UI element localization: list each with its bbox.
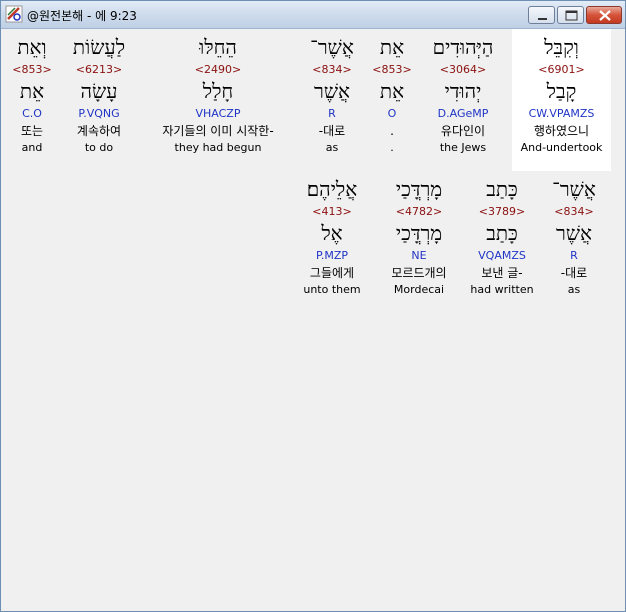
hebrew-word: וְאֵת [17, 35, 47, 59]
strong-number[interactable]: <6213> [62, 61, 136, 79]
strong-number[interactable]: <3064> [418, 61, 508, 79]
parsing-code: P.VQNG [78, 107, 120, 120]
word-cell[interactable]: אֲשֶׁר־ <834> אֲשֶׁר R -대로 as [542, 177, 606, 297]
word-cell[interactable]: הַיְּהוּדִים <3064> יְהוּדִי D.AGeMP 유다인… [418, 35, 508, 155]
korean-gloss: 보낸 글- [481, 266, 523, 280]
lemma: חָלַל [202, 79, 234, 103]
parsing-code: VHACZP [195, 107, 241, 120]
hebrew-word: הֵחֵלּוּ [199, 35, 237, 59]
english-gloss: had written [470, 283, 534, 296]
parsing-code: CW.VPAMZS [528, 107, 595, 120]
strong-number[interactable]: <834> [542, 203, 606, 221]
lemma: אֲשֶׁר [314, 79, 350, 103]
korean-gloss: 자기들의 이미 시작한- [162, 124, 274, 138]
close-button[interactable] [586, 6, 622, 24]
app-window: @원전본해 - 에 9:23 וְקִבֵּל <6901> קָבַל CW.… [0, 0, 626, 612]
strong-number[interactable]: <834> [302, 61, 362, 79]
korean-gloss: 그들에게 [309, 266, 355, 280]
english-gloss: as [567, 283, 581, 296]
strong-number[interactable]: <853> [6, 61, 58, 79]
minimize-button[interactable] [528, 6, 555, 24]
word-cell[interactable]: אֵת <853> אֵת O . . [370, 35, 414, 155]
maximize-icon [565, 10, 578, 21]
english-gloss: as [325, 141, 339, 154]
hebrew-word: וְקִבֵּל [544, 35, 579, 59]
parsing-code: NE [411, 249, 427, 262]
hebrew-word: אֲלֵיהֶם׃ [306, 177, 358, 201]
parsing-code: D.AGeMP [437, 107, 489, 120]
word-cell[interactable]: וְאֵת <853> אֵת C.O 또는 and [6, 35, 58, 155]
word-cell[interactable]: אֲשֶׁר־ <834> אֲשֶׁר R -대로 as [302, 35, 362, 155]
korean-gloss: 계속하여 [76, 124, 122, 138]
word-cell[interactable]: אֲלֵיהֶם׃ <413> אֶל P.MZP 그들에게 unto them [294, 177, 370, 297]
korean-gloss: -대로 [560, 266, 588, 280]
parsing-code: VQAMZS [478, 249, 526, 262]
hebrew-word: לַעֲשׂוֹת [72, 35, 126, 59]
close-icon [599, 10, 611, 21]
korean-gloss: . [390, 124, 394, 138]
lemma: אֲשֶׁר [556, 221, 592, 245]
parsing-code: O [387, 107, 397, 120]
korean-gloss: 모르드개의 [391, 266, 447, 280]
english-gloss: to do [84, 141, 114, 154]
strong-number[interactable]: <6901> [512, 61, 611, 79]
lemma: קָבַל [546, 79, 577, 103]
word-cell[interactable]: לַעֲשׂוֹת <6213> עָשָׂה P.VQNG 계속하여 to d… [62, 35, 136, 155]
hebrew-word: אֲשֶׁר־ [310, 35, 354, 59]
korean-gloss: -대로 [318, 124, 346, 138]
hebrew-word: אֲשֶׁר־ [552, 177, 596, 201]
app-logo-icon [5, 5, 23, 23]
english-gloss: the Jews [439, 141, 487, 154]
strong-number[interactable]: <4782> [376, 203, 462, 221]
strong-number[interactable]: <413> [294, 203, 370, 221]
parsing-code: R [570, 249, 578, 262]
hebrew-word: הַיְּהוּדִים [432, 35, 494, 59]
english-gloss: . [390, 141, 394, 154]
english-gloss: And-undertook [520, 141, 603, 154]
window-title: @원전본해 - 에 9:23 [27, 9, 137, 23]
lemma: מָרְדֳּכַי [395, 221, 443, 245]
lemma: יְהוּדִי [444, 79, 482, 103]
lemma: עָשָׂה [80, 79, 118, 103]
hebrew-word: מָרְדֳּכַי [395, 177, 443, 201]
word-cell[interactable]: הֵחֵלּוּ <2490> חָלַל VHACZP 자기들의 이미 시작한… [142, 35, 294, 155]
english-gloss: unto them [303, 283, 361, 296]
korean-gloss: 유다인이 [440, 124, 486, 138]
interlinear-pane: וְקִבֵּל <6901> קָבַל CW.VPAMZS 행하였으니 An… [4, 29, 624, 609]
title-bar[interactable]: @원전본해 - 에 9:23 [1, 1, 625, 29]
word-cell[interactable]: כָּתַב <3789> כָּתַב VQAMZS 보낸 글- had wr… [464, 177, 540, 297]
parsing-code: C.O [22, 107, 42, 120]
maximize-button[interactable] [557, 6, 584, 24]
strong-number[interactable]: <2490> [142, 61, 294, 79]
parsing-code: R [328, 107, 336, 120]
hebrew-word: כָּתַב [486, 177, 518, 201]
word-cell[interactable]: וְקִבֵּל <6901> קָבַל CW.VPAMZS 행하였으니 An… [512, 35, 611, 155]
lemma: אֵת [379, 79, 405, 103]
korean-gloss: 행하였으니 [533, 124, 590, 138]
lemma: כָּתַב [486, 221, 518, 245]
minimize-icon [538, 18, 547, 20]
korean-gloss: 또는 [20, 124, 44, 138]
lemma: אֵת [19, 79, 45, 103]
strong-number[interactable]: <3789> [464, 203, 540, 221]
hebrew-word: אֵת [379, 35, 405, 59]
english-gloss: Mordecai [393, 283, 445, 296]
english-gloss: and [21, 141, 43, 154]
english-gloss: they had begun [174, 141, 262, 154]
lemma: אֶל [321, 221, 343, 245]
strong-number[interactable]: <853> [370, 61, 414, 79]
word-cell[interactable]: מָרְדֳּכַי <4782> מָרְדֳּכַי NE 모르드개의 Mo… [376, 177, 462, 297]
parsing-code: P.MZP [315, 249, 349, 262]
